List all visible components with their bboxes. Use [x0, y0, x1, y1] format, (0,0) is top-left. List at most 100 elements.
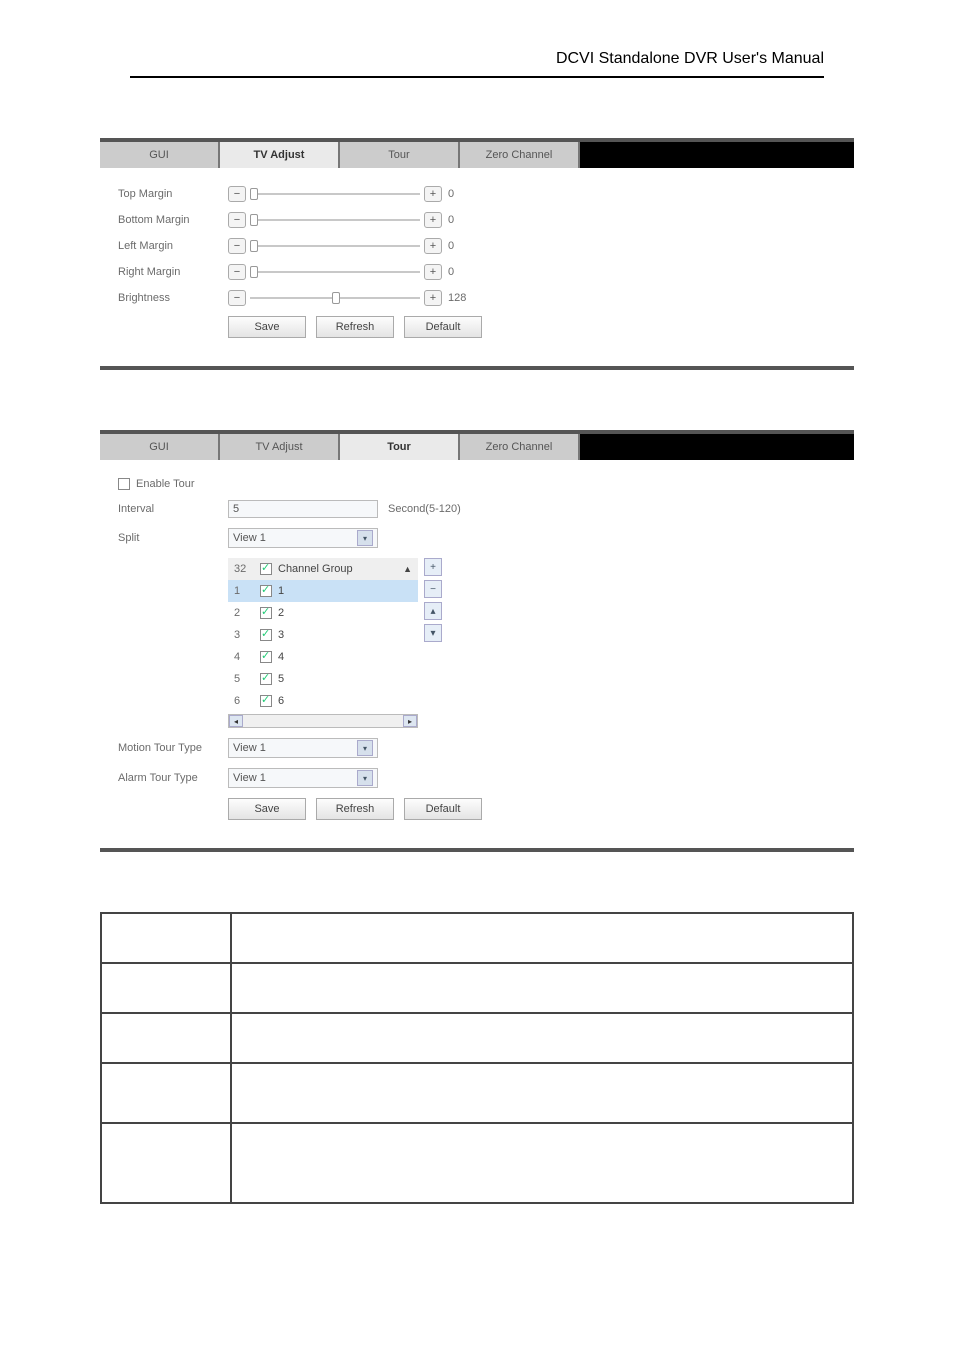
tab-tour[interactable]: Tour	[340, 434, 460, 460]
list-item-checkbox[interactable]	[260, 629, 272, 641]
tab-gui[interactable]: GUI	[100, 434, 220, 460]
default-button[interactable]: Default	[404, 798, 482, 820]
list-item-index: 2	[234, 607, 260, 619]
list-item-label: 6	[278, 695, 284, 707]
slider-right-margin[interactable]	[250, 271, 420, 273]
tab-tv-adjust[interactable]: TV Adjust	[220, 434, 340, 460]
minus-button[interactable]: −	[228, 290, 246, 306]
list-item-index: 4	[234, 651, 260, 663]
chevron-down-icon: ▾	[357, 770, 373, 786]
move-down-button[interactable]: ▾	[424, 624, 442, 642]
list-item-index: 1	[234, 585, 260, 597]
move-up-button[interactable]: ▴	[424, 602, 442, 620]
list-item[interactable]: 3 3	[228, 624, 418, 646]
list-item-checkbox[interactable]	[260, 651, 272, 663]
tab-gui[interactable]: GUI	[100, 142, 220, 168]
channel-group-count: 32	[234, 563, 260, 575]
list-item[interactable]: 4 4	[228, 646, 418, 668]
motion-tour-value: View 1	[233, 742, 266, 754]
table-row	[101, 1063, 853, 1123]
minus-button[interactable]: −	[228, 186, 246, 202]
enable-tour-checkbox[interactable]	[118, 478, 130, 490]
slider-bottom-margin[interactable]	[250, 219, 420, 221]
page-title: DCVI Standalone DVR User's Manual	[100, 50, 854, 68]
plus-button[interactable]: +	[424, 186, 442, 202]
tabbar-filler	[580, 142, 854, 168]
label-motion-tour-type: Motion Tour Type	[118, 742, 228, 754]
list-item-checkbox[interactable]	[260, 585, 272, 597]
plus-button[interactable]: +	[424, 212, 442, 228]
value-top-margin: 0	[448, 188, 454, 200]
label-enable-tour: Enable Tour	[136, 478, 195, 490]
list-item-label: 5	[278, 673, 284, 685]
param-table	[100, 912, 854, 1204]
add-group-button[interactable]: +	[424, 558, 442, 576]
list-item-checkbox[interactable]	[260, 695, 272, 707]
slider-brightness[interactable]	[250, 297, 420, 299]
plus-button[interactable]: +	[424, 264, 442, 280]
list-item[interactable]: 2 2	[228, 602, 418, 624]
minus-button[interactable]: −	[228, 212, 246, 228]
scroll-left-icon[interactable]: ◂	[229, 715, 243, 727]
list-item[interactable]: 1 1	[228, 580, 418, 602]
value-brightness: 128	[448, 292, 466, 304]
split-select-value: View 1	[233, 532, 266, 544]
plus-button[interactable]: +	[424, 238, 442, 254]
refresh-button[interactable]: Refresh	[316, 798, 394, 820]
table-cell	[101, 1063, 231, 1123]
channel-group-header-label: Channel Group	[278, 563, 353, 575]
refresh-button[interactable]: Refresh	[316, 316, 394, 338]
minus-button[interactable]: −	[228, 238, 246, 254]
header-rule	[130, 76, 824, 78]
tabbar-tour: GUI TV Adjust Tour Zero Channel	[100, 434, 854, 460]
list-item-checkbox[interactable]	[260, 607, 272, 619]
label-top-margin: Top Margin	[118, 188, 228, 200]
label-brightness: Brightness	[118, 292, 228, 304]
table-row	[101, 963, 853, 1013]
tab-tour[interactable]: Tour	[340, 142, 460, 168]
table-cell	[231, 1123, 853, 1203]
save-button[interactable]: Save	[228, 798, 306, 820]
tabbar-filler	[580, 434, 854, 460]
plus-button[interactable]: +	[424, 290, 442, 306]
chevron-down-icon: ▾	[357, 530, 373, 546]
tab-tv-adjust[interactable]: TV Adjust	[220, 142, 340, 168]
table-cell	[231, 1013, 853, 1063]
value-left-margin: 0	[448, 240, 454, 252]
tab-zero-channel[interactable]: Zero Channel	[460, 434, 580, 460]
tab-zero-channel[interactable]: Zero Channel	[460, 142, 580, 168]
channel-group-header: 32 Channel Group ▲	[228, 558, 418, 580]
alarm-tour-value: View 1	[233, 772, 266, 784]
remove-group-button[interactable]: −	[424, 580, 442, 598]
list-item[interactable]: 6 6	[228, 690, 418, 712]
label-alarm-tour-type: Alarm Tour Type	[118, 772, 228, 784]
slider-left-margin[interactable]	[250, 245, 420, 247]
slider-top-margin[interactable]	[250, 193, 420, 195]
label-right-margin: Right Margin	[118, 266, 228, 278]
value-bottom-margin: 0	[448, 214, 454, 226]
list-item-checkbox[interactable]	[260, 673, 272, 685]
list-item-index: 6	[234, 695, 260, 707]
motion-tour-select[interactable]: View 1 ▾	[228, 738, 378, 758]
panel-tour: GUI TV Adjust Tour Zero Channel Enable T…	[100, 430, 854, 852]
panel-tv-adjust: GUI TV Adjust Tour Zero Channel Top Marg…	[100, 138, 854, 370]
interval-input[interactable]	[228, 500, 378, 518]
list-item-label: 2	[278, 607, 284, 619]
list-h-scrollbar[interactable]: ◂ ▸	[228, 714, 418, 728]
scroll-right-icon[interactable]: ▸	[403, 715, 417, 727]
save-button[interactable]: Save	[228, 316, 306, 338]
select-all-checkbox[interactable]	[260, 563, 272, 575]
default-button[interactable]: Default	[404, 316, 482, 338]
list-item[interactable]: 5 5	[228, 668, 418, 690]
list-item-label: 1	[278, 585, 284, 597]
alarm-tour-select[interactable]: View 1 ▾	[228, 768, 378, 788]
label-bottom-margin: Bottom Margin	[118, 214, 228, 226]
table-cell	[101, 963, 231, 1013]
table-row	[101, 1013, 853, 1063]
minus-button[interactable]: −	[228, 264, 246, 280]
label-split: Split	[118, 532, 228, 544]
list-item-label: 3	[278, 629, 284, 641]
split-select[interactable]: View 1 ▾	[228, 528, 378, 548]
interval-suffix: Second(5-120)	[388, 503, 461, 515]
list-item-index: 3	[234, 629, 260, 641]
